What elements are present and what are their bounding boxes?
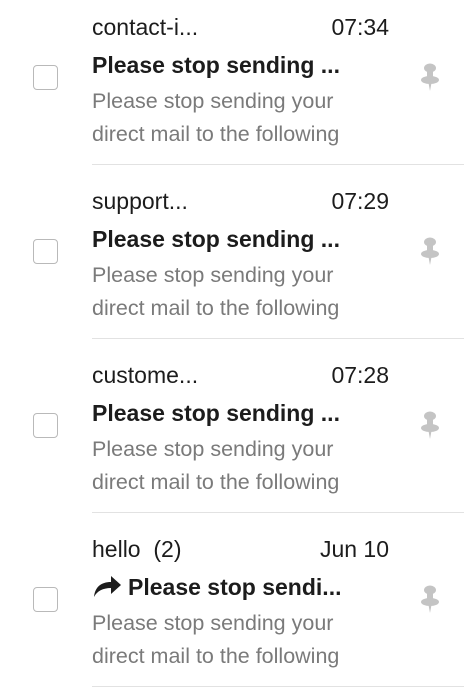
pin-icon[interactable]	[418, 236, 442, 266]
message-row[interactable]: contact-i... 07:34 Please stop sending .…	[0, 0, 464, 174]
row-divider	[92, 686, 464, 687]
message-subject: Please stop sending ...	[92, 52, 340, 79]
sender-name: custome...	[92, 362, 199, 388]
message-time: 07:34	[331, 14, 389, 40]
row-divider	[92, 338, 464, 339]
preview-line: Please stop sending your	[92, 437, 334, 461]
sender-name: hello (2)	[92, 536, 182, 562]
row-divider	[92, 512, 464, 513]
preview-line: direct mail to the following	[92, 470, 340, 494]
message-list: contact-i... 07:34 Please stop sending .…	[0, 0, 464, 694]
message-time: Jun 10	[319, 536, 389, 562]
select-checkbox[interactable]	[33, 65, 58, 90]
preview-line: Please stop sending your	[92, 263, 334, 287]
message-subject: Please stop sending ...	[92, 400, 340, 427]
pin-icon[interactable]	[418, 62, 442, 92]
subject-text: Please stop sending ...	[92, 52, 340, 78]
preview-line: direct mail to the following	[92, 296, 340, 320]
message-row[interactable]: custome... 07:28 Please stop sending ...…	[0, 348, 464, 522]
sender-name: support...	[92, 188, 188, 214]
preview-line: direct mail to the following	[92, 644, 340, 668]
preview-line: direct mail to the following	[92, 122, 340, 146]
pin-icon[interactable]	[418, 410, 442, 440]
message-time: 07:28	[331, 362, 389, 388]
message-row[interactable]: hello (2) Jun 10 Please stop sendi... Pl…	[0, 522, 464, 694]
sender-name: contact-i...	[92, 14, 199, 40]
row-divider	[92, 164, 464, 165]
select-checkbox[interactable]	[33, 587, 58, 612]
select-checkbox[interactable]	[33, 239, 58, 264]
message-subject: Please stop sending ...	[92, 226, 340, 253]
preview-line: Please stop sending your	[92, 611, 334, 635]
forward-arrow-icon	[94, 576, 121, 597]
subject-text: Please stop sending ...	[92, 226, 340, 252]
preview-line: Please stop sending your	[92, 89, 334, 113]
subject-text: Please stop sendi...	[128, 574, 342, 600]
pin-icon[interactable]	[418, 584, 442, 614]
select-checkbox[interactable]	[33, 413, 58, 438]
message-time: 07:29	[331, 188, 389, 214]
message-subject: Please stop sendi...	[92, 574, 341, 601]
subject-text: Please stop sending ...	[92, 400, 340, 426]
message-row[interactable]: support... 07:29 Please stop sending ...…	[0, 174, 464, 348]
